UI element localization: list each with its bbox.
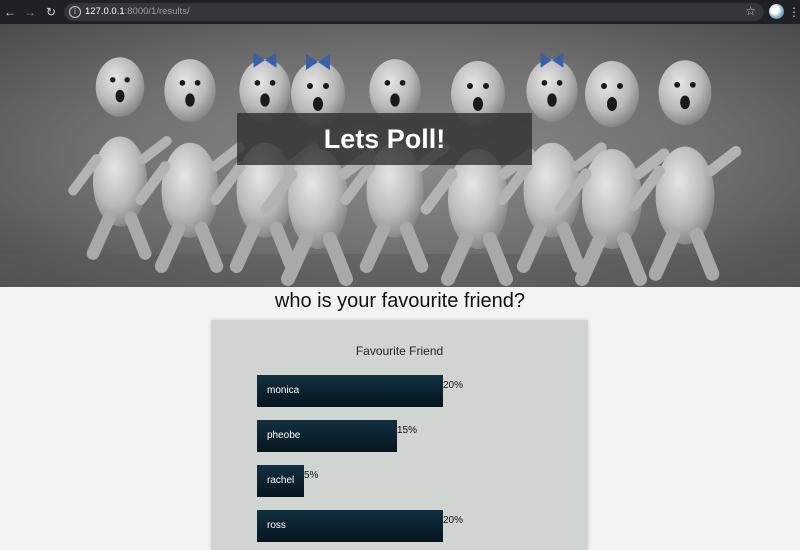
info-icon[interactable]: i (69, 6, 81, 18)
back-arrow-icon[interactable]: ← (2, 4, 18, 20)
url-host: 127.0.0.1 (85, 6, 125, 17)
hero-title: Lets Poll! (323, 124, 446, 154)
bar-label: rachel (267, 475, 295, 486)
reload-icon[interactable]: ↻ (43, 4, 59, 20)
bar-pheobe: pheobe (257, 420, 397, 452)
bar-value-label: 20% (443, 380, 464, 391)
bar-label: pheobe (267, 430, 301, 441)
bar-monica: monica (257, 375, 443, 407)
bar-ross: ross (257, 510, 443, 542)
hero-banner: Lets Poll! (0, 24, 800, 287)
poll-question: who is your favourite friend? (274, 290, 526, 312)
results-card: Favourite Friend monica 20% pheobe 15% rache… (211, 320, 588, 550)
star-icon[interactable]: ☆ (745, 4, 756, 18)
bar-label: monica (267, 385, 300, 396)
bar-rachel: rachel (257, 465, 304, 497)
profile-avatar[interactable] (769, 4, 784, 19)
bar-label: ross (267, 520, 286, 531)
browser-toolbar: ← → ↻ i 127.0.0.1:8000/1/results/ ☆ ⋮ (0, 0, 800, 24)
bar-value-label: 20% (443, 515, 464, 526)
url-text: 127.0.0.1:8000/1/results/ (85, 6, 190, 18)
hero-title-box: Lets Poll! (237, 113, 532, 165)
cartoon-figure (68, 57, 172, 260)
url-path: :8000/1/results/ (124, 6, 190, 17)
cartoon-figure (135, 59, 245, 273)
bar-value-label: 15% (397, 425, 418, 436)
forward-arrow-icon[interactable]: → (22, 4, 38, 20)
address-bar[interactable]: i 127.0.0.1:8000/1/results/ ☆ (64, 3, 764, 21)
chart-title: Favourite Friend (355, 344, 444, 358)
menu-dots-icon[interactable]: ⋮ (788, 4, 800, 20)
cartoon-figure (420, 61, 536, 286)
bar-value-label: 5% (304, 470, 319, 481)
